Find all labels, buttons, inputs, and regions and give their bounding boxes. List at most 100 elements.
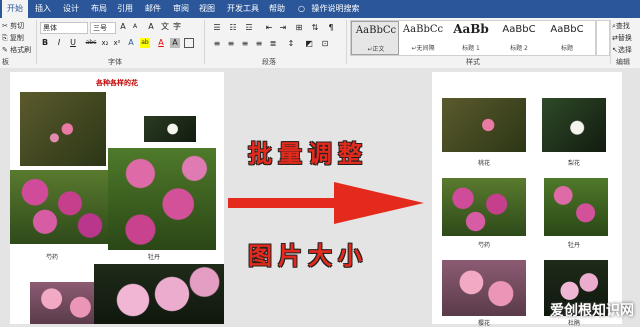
ribbon-home: ✂ 剪切 ⎘ 复制 ✎ 格式刷 板 黑体 三号 A A A 文 字 B I U … (0, 18, 640, 69)
align-right-icon[interactable]: ≡ (240, 39, 250, 49)
style-heading-1[interactable]: AaBb 标题 1 (447, 21, 495, 55)
tab-insert[interactable]: 插入 (32, 0, 54, 18)
subscript-button[interactable]: x₂ (100, 38, 110, 48)
select-button[interactable]: ↖选择 (612, 45, 632, 55)
superscript-button[interactable]: x² (112, 38, 122, 48)
strikethrough-button[interactable]: abc (84, 38, 98, 48)
peony-image-left[interactable] (10, 170, 110, 244)
align-left-icon[interactable]: ≡ (212, 39, 222, 49)
styles-group-label: 样式 (466, 58, 480, 66)
decrease-indent-icon[interactable]: ⇤ (264, 23, 274, 33)
justify-icon[interactable]: ≡ (254, 39, 264, 49)
scissors-icon: ✂ (2, 22, 8, 30)
italic-button[interactable]: I (54, 38, 64, 48)
peony-thumb-right[interactable] (544, 178, 608, 236)
font-size-select[interactable]: 三号 (90, 22, 116, 34)
copy-button[interactable]: ⎘ 复制 (2, 33, 24, 43)
enclose-char-button[interactable] (184, 38, 194, 48)
lightbulb-icon: ○ (298, 4, 305, 13)
style-no-spacing[interactable]: AaBbCc ↵无间隔 (399, 21, 447, 55)
style-name: ↵正文 (367, 46, 385, 53)
find-button[interactable]: ⌕查找 (612, 21, 630, 31)
replace-button[interactable]: ⇄替换 (612, 33, 632, 43)
tab-developer[interactable]: 开发工具 (226, 0, 260, 18)
phonetic-guide-button[interactable]: 字 (172, 22, 182, 32)
right-arrow-icon (228, 182, 424, 224)
divider (204, 20, 205, 64)
char-shading-button[interactable]: A (170, 38, 180, 48)
sort-icon[interactable]: ⇅ (310, 23, 320, 33)
change-case-button[interactable]: A (146, 22, 156, 32)
text-effects-button[interactable]: A (126, 38, 136, 48)
style-heading-2[interactable]: AaBbC 标题 2 (495, 21, 543, 55)
peach-blossom-thumb[interactable] (442, 98, 526, 152)
shading-icon[interactable]: ◩ (304, 39, 314, 49)
clear-format-button[interactable]: 文 (160, 22, 170, 32)
divider (346, 20, 347, 64)
paragraph-list-buttons: ☰ ☷ ☲ ⇤ ⇥ ⊞ ⇅ ¶ (212, 23, 342, 33)
peach-blossom-image[interactable] (20, 92, 106, 166)
paragraph-align-buttons: ≡ ≡ ≡ ≡ ≣ ↕ ◩ ⊡ (212, 39, 342, 49)
tab-view[interactable]: 视图 (196, 0, 218, 18)
document-area: 各种各样的花 芍药 牡丹 批量调整 图片大小 桃花 梨花 芍药 牡丹 樱花 杜鹃 (0, 68, 640, 327)
grow-font-button[interactable]: A (118, 22, 128, 32)
divider (36, 20, 37, 64)
tab-help[interactable]: 帮助 (266, 0, 288, 18)
ribbon-tab-bar: 开始 插入 设计 布局 引用 邮件 审阅 视图 开发工具 帮助 ○ 操作说明搜索 (0, 0, 640, 18)
editing-group-label: 编辑 (616, 58, 630, 66)
font-group-label: 字体 (108, 58, 122, 66)
style-title[interactable]: AaBbC 标题 (543, 21, 591, 55)
tab-review[interactable]: 审阅 (170, 0, 192, 18)
tab-design[interactable]: 设计 (60, 0, 82, 18)
caption-shaoyao-right: 芍药 (477, 242, 490, 249)
cherry-blossom-thumb[interactable] (442, 260, 526, 316)
cherry-blossom-image[interactable] (30, 282, 102, 324)
align-center-icon[interactable]: ≡ (226, 39, 236, 49)
cut-button[interactable]: ✂ 剪切 (2, 21, 24, 31)
copy-icon: ⎘ (2, 34, 8, 42)
azalea-image[interactable] (94, 264, 224, 324)
caption-yinghua: 樱花 (477, 320, 490, 327)
peony-image-right[interactable] (108, 148, 216, 250)
chinese-layout-icon[interactable]: ⊞ (294, 23, 304, 33)
line-spacing-icon[interactable]: ↕ (286, 39, 296, 49)
borders-icon[interactable]: ⊡ (320, 39, 330, 49)
font-name-select[interactable]: 黑体 (40, 22, 88, 34)
styles-gallery: AaBbCc ↵正文 AaBbCc ↵无间隔 AaBb 标题 1 AaBbC 标… (350, 20, 596, 56)
highlight-button[interactable]: ab (140, 38, 150, 48)
tab-mailings[interactable]: 邮件 (142, 0, 164, 18)
tab-references[interactable]: 引用 (114, 0, 136, 18)
brush-icon: ✎ (2, 46, 8, 54)
numbering-icon[interactable]: ☷ (228, 23, 238, 33)
show-marks-icon[interactable]: ¶ (326, 23, 336, 33)
pear-blossom-image[interactable] (144, 116, 196, 142)
style-normal[interactable]: AaBbCc ↵正文 (351, 21, 399, 55)
headline-batch-adjust: 批量调整 (248, 140, 368, 168)
shrink-font-button[interactable]: A (130, 22, 140, 32)
caption-mudan-right: 牡丹 (567, 242, 580, 249)
right-page[interactable]: 桃花 梨花 芍药 牡丹 樱花 杜鹃 (432, 72, 622, 327)
distributed-icon[interactable]: ≣ (268, 39, 278, 49)
caption-lihua: 梨花 (567, 160, 580, 167)
tell-me-search[interactable]: ○ 操作说明搜索 (298, 0, 360, 18)
pear-blossom-thumb[interactable] (542, 98, 606, 152)
left-page[interactable]: 各种各样的花 芍药 牡丹 (10, 72, 224, 324)
clipboard-group-label: 板 (2, 58, 9, 66)
style-name: ↵无间隔 (411, 45, 435, 52)
tab-home[interactable]: 开始 (2, 0, 28, 18)
underline-button[interactable]: U (68, 38, 78, 48)
paragraph-group-label: 段落 (262, 58, 276, 66)
divider (610, 20, 611, 64)
font-color-button[interactable]: A (156, 38, 166, 48)
format-painter-button[interactable]: ✎ 格式刷 (2, 45, 31, 55)
tab-layout[interactable]: 布局 (88, 0, 110, 18)
caption-taohua: 桃花 (477, 160, 490, 167)
bold-button[interactable]: B (40, 38, 50, 48)
style-subtitle[interactable] (596, 20, 610, 56)
bullets-icon[interactable]: ☰ (212, 23, 222, 33)
multilevel-list-icon[interactable]: ☲ (244, 23, 254, 33)
page-title: 各种各样的花 (96, 79, 138, 87)
peony-thumb-left[interactable] (442, 178, 526, 236)
increase-indent-icon[interactable]: ⇥ (278, 23, 288, 33)
watermark-text: 爱创根知识网 (550, 303, 634, 319)
